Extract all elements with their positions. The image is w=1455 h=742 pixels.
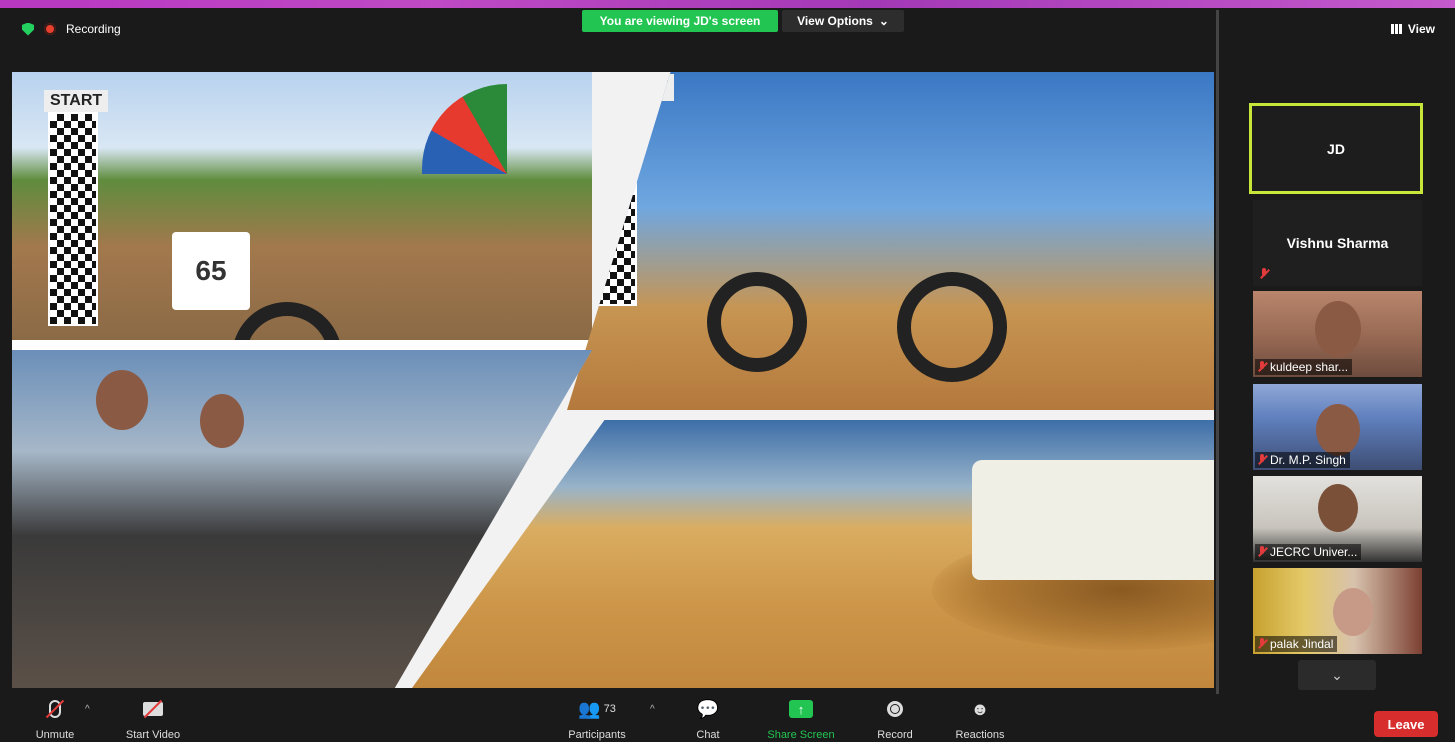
checkered-board	[587, 102, 637, 306]
shared-screen: START 65 START	[12, 72, 1214, 688]
participant-name-tag: JECRC Univer...	[1255, 544, 1362, 560]
muted-microphone-icon	[45, 696, 65, 722]
motorcycle-wheel	[897, 272, 1007, 382]
motorcycle-wheel	[707, 272, 807, 372]
panel-divider-handle[interactable]	[1216, 10, 1219, 700]
participant-name: kuldeep shar...	[1270, 360, 1349, 374]
record-icon	[887, 701, 903, 717]
participant-tile[interactable]: Vishnu Sharma	[1253, 200, 1422, 286]
start-sign-left: START	[44, 90, 109, 112]
view-options-button[interactable]: View Options ⌄	[782, 10, 904, 32]
jeep	[972, 460, 1214, 580]
share-arrow-icon: ↑	[789, 700, 813, 718]
record-button[interactable]: Record	[874, 696, 916, 741]
participants-icon: 👥 73	[578, 698, 616, 719]
video-off-icon	[143, 696, 163, 722]
photo-desert-bike: START	[567, 72, 1214, 410]
participant-name-tag: Dr. M.P. Singh	[1255, 452, 1350, 468]
muted-mic-icon	[1257, 454, 1267, 466]
emoji-add-icon: ☻	[970, 698, 990, 719]
umbrella	[422, 84, 592, 174]
record-label: Record	[877, 729, 913, 741]
view-label: View	[1407, 22, 1435, 36]
security-shield-icon[interactable]	[22, 22, 34, 36]
start-sign-right: START	[597, 74, 675, 101]
unmute-label: Unmute	[35, 729, 75, 741]
photo-start-line: START 65	[12, 72, 592, 342]
chat-bubble-icon: 💬	[696, 698, 720, 719]
viewing-screen-banner: You are viewing JD's screen	[582, 10, 778, 32]
leave-button[interactable]: Leave	[1374, 711, 1438, 737]
participant-tile[interactable]: JECRC Univer...	[1253, 476, 1422, 562]
grid-view-icon	[1390, 24, 1402, 34]
checkered-board	[48, 112, 98, 326]
share-screen-button[interactable]: ↑ Share Screen	[764, 696, 838, 741]
participants-count: 73	[603, 703, 616, 715]
muted-mic-icon	[1257, 638, 1267, 650]
participant-name: Dr. M.P. Singh	[1270, 453, 1346, 467]
reactions-button[interactable]: ☻ Reactions	[950, 696, 1010, 742]
participant-name: Vishnu Sharma	[1286, 235, 1389, 251]
active-speaker-tile[interactable]: JD	[1249, 103, 1423, 194]
participant-name: JECRC Univer...	[1270, 545, 1358, 559]
chevron-down-icon: ⌄	[878, 14, 889, 28]
chat-button[interactable]: 💬 Chat	[688, 696, 728, 742]
share-screen-label: Share Screen	[767, 729, 835, 741]
person-face	[1333, 588, 1373, 636]
person-face	[96, 370, 148, 430]
race-bib: 65	[172, 232, 250, 310]
view-options-label: View Options	[797, 14, 873, 28]
recording-icon	[44, 23, 56, 35]
person-face	[1317, 484, 1358, 532]
muted-mic-icon	[1257, 546, 1267, 558]
person-face	[1314, 301, 1361, 357]
participant-name: palak Jindal	[1270, 637, 1334, 651]
chevron-down-icon: ⌄	[1331, 666, 1343, 683]
participant-tile[interactable]: palak Jindal	[1253, 568, 1422, 654]
person-face	[200, 394, 244, 448]
scroll-down-button[interactable]: ⌄	[1298, 660, 1376, 690]
start-video-label: Start Video	[125, 729, 181, 741]
muted-mic-icon	[1259, 268, 1269, 280]
audio-options-caret-icon[interactable]: ^	[85, 704, 90, 715]
unmute-button[interactable]: Unmute	[30, 696, 80, 741]
recording-indicator[interactable]: Recording	[22, 22, 121, 36]
participant-name-tag: palak Jindal	[1255, 636, 1338, 652]
start-video-button[interactable]: Start Video	[120, 696, 186, 741]
meeting-toolbar: Unmute ^ Start Video 👥 73 Participants ^ …	[0, 694, 1455, 742]
participants-button[interactable]: 👥 73 Participants	[562, 696, 632, 742]
chat-label: Chat	[696, 729, 720, 741]
person-face	[1315, 404, 1360, 456]
participant-name-tag: kuldeep shar...	[1255, 359, 1353, 375]
participants-options-caret-icon[interactable]: ^	[650, 704, 655, 715]
participants-label: Participants	[568, 729, 626, 741]
photo-desert-jeep	[412, 420, 1214, 688]
reactions-label: Reactions	[955, 729, 1005, 741]
recording-label: Recording	[66, 22, 121, 36]
participant-tile[interactable]: kuldeep shar...	[1253, 291, 1422, 377]
collage-divider	[12, 340, 592, 350]
view-button[interactable]: View	[1390, 22, 1435, 36]
participant-tile[interactable]: Dr. M.P. Singh	[1253, 384, 1422, 470]
muted-mic-icon	[1257, 361, 1267, 373]
